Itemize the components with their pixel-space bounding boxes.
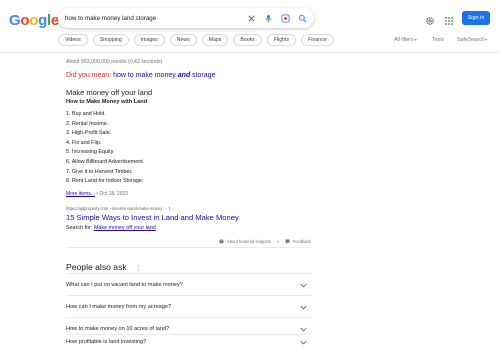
paa-question[interactable]: How can I make money from my acreage?	[66, 295, 311, 318]
list-item: 3. High-Profit Sale.	[66, 130, 112, 137]
search-for-link[interactable]: Make money off your land	[94, 225, 156, 231]
all-filters-button[interactable]: All filters▾	[394, 37, 417, 43]
lens-icon[interactable]	[280, 13, 290, 23]
more-items-row: More items... • Oct 18, 2022	[66, 191, 128, 197]
list-item: 4. Fix and Flip.	[66, 139, 102, 146]
results-stats: About 993,000,000 results (0.43 seconds)	[66, 59, 163, 65]
paa-question[interactable]: What can I put on vacant land to make mo…	[66, 273, 311, 296]
search-input[interactable]: how to make money land storage	[65, 15, 239, 22]
did-you-mean: Did you mean: how to make money and stor…	[66, 72, 216, 79]
tab-shopping[interactable]: Shopping	[92, 34, 129, 46]
chevron-down-icon	[300, 340, 307, 344]
result-url[interactable]: https://aplproperty.com › invest-in-land…	[66, 206, 172, 211]
tab-flights[interactable]: Flights	[266, 34, 297, 46]
microphone-icon[interactable]	[263, 13, 273, 23]
result-title-link[interactable]: 15 Simple Ways to Invest in Land and Mak…	[66, 213, 239, 222]
list-item: 8. Rent Land for Indoor Storage.	[66, 178, 144, 185]
list-item: 2. Rental Income.	[66, 120, 109, 127]
tab-news[interactable]: News	[169, 34, 197, 46]
snippet-date: • Oct 18, 2022	[96, 191, 129, 197]
gear-icon[interactable]	[425, 13, 435, 25]
did-you-mean-link[interactable]: how to make money and storage	[113, 72, 215, 79]
list-item: 5. Increasing Equity.	[66, 149, 115, 156]
about-snippets-link[interactable]: About featured snippets	[227, 239, 271, 244]
apps-grid-icon[interactable]	[444, 13, 454, 25]
more-options-icon[interactable]: ⋮	[135, 265, 142, 272]
chevron-down-icon	[300, 327, 307, 331]
feedback-link[interactable]: Feedback	[293, 239, 311, 244]
snippet-title: Make money off your land	[66, 88, 153, 97]
tab-maps[interactable]: Maps	[201, 34, 229, 46]
tab-images[interactable]: Images	[133, 34, 165, 46]
more-options-icon[interactable]: ⋮	[168, 206, 172, 211]
tab-videos[interactable]: Videos	[58, 34, 88, 46]
list-item: 7. Give it to Harvest Timber.	[66, 168, 133, 175]
tools-button[interactable]: Tools	[432, 37, 444, 43]
snippet-subtitle: How to Make Money with Land	[66, 99, 148, 105]
google-logo[interactable]: Google	[9, 12, 59, 29]
search-icon[interactable]	[297, 13, 307, 23]
chevron-down-icon	[300, 305, 307, 309]
search-tabs: Videos Shopping Images News Maps Books F…	[58, 34, 334, 46]
tab-books[interactable]: Books	[233, 34, 262, 46]
tab-finance[interactable]: Finance	[301, 34, 334, 46]
people-also-ask-heading: People also ask ⋮	[66, 262, 142, 272]
list-item: 6. Allow Billboard Advertisement.	[66, 158, 145, 165]
chevron-down-icon	[300, 283, 307, 287]
snippet-list: 1. Buy and Hold. 2. Rental Income. 3. Hi…	[66, 110, 144, 187]
list-item: 1. Buy and Hold.	[66, 111, 106, 117]
chevron-down-icon: ▾	[414, 37, 417, 42]
feedback-icon	[285, 239, 290, 244]
svg-text:?: ?	[221, 240, 223, 244]
help-icon: ?	[219, 239, 224, 244]
sign-in-button[interactable]: Sign in	[462, 11, 490, 25]
clear-icon[interactable]	[246, 13, 256, 23]
feedback-row: ? About featured snippets • Feedback	[66, 236, 311, 248]
search-box[interactable]: how to make money land storage	[58, 8, 314, 28]
paa-question[interactable]: How profitable is land investing?	[66, 334, 311, 348]
more-items-link[interactable]: More items...	[66, 191, 95, 197]
header-divider	[0, 52, 500, 53]
safesearch-button[interactable]: SafeSearch▾	[457, 37, 487, 43]
search-for-row: Search for: Make money off your land	[66, 225, 156, 231]
chevron-down-icon: ▾	[485, 37, 488, 42]
